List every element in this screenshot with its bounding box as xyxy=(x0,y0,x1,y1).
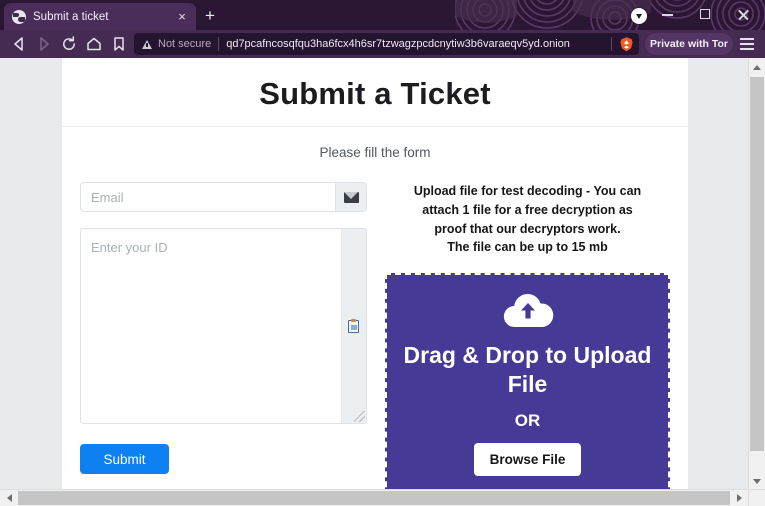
private-with-tor-button[interactable]: Private with Tor xyxy=(645,33,733,55)
brave-shields-badge-icon[interactable] xyxy=(631,8,647,24)
page-content-card: Submit a Ticket Please fill the form Ema… xyxy=(62,58,688,506)
horizontal-scrollbar-thumb[interactable] xyxy=(18,491,730,505)
address-bar[interactable]: Not secure qd7pcafncosqfqu3ha6fcx4h6sr7t… xyxy=(134,33,639,55)
window-maximize-button[interactable] xyxy=(687,0,725,28)
browser-window: Submit a ticket × + Not secure qd7pcafnc… xyxy=(0,0,765,506)
title-bar: Submit a ticket × + xyxy=(0,0,765,30)
id-textarea[interactable] xyxy=(81,229,341,423)
scroll-right-icon[interactable] xyxy=(731,490,748,506)
envelope-icon xyxy=(343,191,359,203)
ticket-form: Submit Upload file for test decoding - Y… xyxy=(62,160,688,506)
forward-icon[interactable] xyxy=(35,35,53,53)
submit-button[interactable]: Submit xyxy=(80,444,169,474)
window-close-button[interactable] xyxy=(725,0,763,28)
home-icon[interactable] xyxy=(85,35,103,53)
navigation-toolbar: Not secure qd7pcafncosqfqu3ha6fcx4h6sr7t… xyxy=(0,30,765,58)
url-divider-right xyxy=(611,37,612,51)
browser-tab[interactable]: Submit a ticket × xyxy=(4,3,196,30)
file-dropzone[interactable]: Drag & Drop to Upload File OR Browse Fil… xyxy=(385,273,670,506)
scroll-up-icon[interactable] xyxy=(749,58,765,75)
not-secure-warning-icon xyxy=(142,39,152,49)
tab-title: Submit a ticket xyxy=(33,10,109,23)
page-viewport: Submit a Ticket Please fill the form Ema… xyxy=(0,58,765,506)
upload-instructions-line-3: proof that our decryptors work. xyxy=(434,221,621,236)
page-title: Submit a Ticket xyxy=(62,58,688,127)
cloud-upload-icon xyxy=(498,289,558,333)
email-input[interactable] xyxy=(81,183,335,211)
back-icon[interactable] xyxy=(10,35,28,53)
brave-lion-icon[interactable] xyxy=(618,36,635,53)
form-left-column: Submit xyxy=(80,182,367,506)
hamburger-menu-icon[interactable] xyxy=(738,36,756,52)
upload-instructions-line-4: The file can be up to 15 mb xyxy=(447,240,608,255)
email-field-group xyxy=(80,182,367,212)
scrollbar-corner xyxy=(748,489,765,506)
url-text: qd7pcafncosqfqu3ha6fcx4h6sr7tzwagzpcdcny… xyxy=(226,38,570,50)
upload-instructions-line-2: attach 1 file for a free decryption as xyxy=(422,202,633,217)
dropzone-title: Drag & Drop to Upload File xyxy=(403,342,652,397)
id-field-group xyxy=(80,228,367,424)
id-field-sidebar xyxy=(341,229,366,423)
vertical-scrollbar[interactable] xyxy=(748,58,765,490)
email-submit-button[interactable] xyxy=(335,183,366,211)
globe-icon xyxy=(12,9,26,24)
scroll-left-icon[interactable] xyxy=(0,490,17,506)
window-minimize-button[interactable] xyxy=(649,0,687,28)
clipboard-icon[interactable] xyxy=(348,318,359,333)
url-divider xyxy=(218,37,220,51)
close-icon[interactable]: × xyxy=(174,9,190,25)
reload-icon[interactable] xyxy=(60,35,78,53)
dropzone-or-label: OR xyxy=(514,410,541,430)
new-tab-button[interactable]: + xyxy=(200,6,220,26)
upload-instructions: Upload file for test decoding - You can … xyxy=(385,182,670,257)
security-status-text: Not secure xyxy=(158,38,212,50)
horizontal-scrollbar[interactable] xyxy=(0,489,765,506)
upload-instructions-line-1: Upload file for test decoding - You can xyxy=(413,184,642,198)
form-right-column: Upload file for test decoding - You can … xyxy=(385,182,670,506)
vertical-scrollbar-thumb[interactable] xyxy=(750,77,764,451)
scroll-down-icon[interactable] xyxy=(749,473,765,490)
page-subtitle: Please fill the form xyxy=(319,145,431,160)
bookmark-icon[interactable] xyxy=(110,35,128,53)
browse-file-button[interactable]: Browse File xyxy=(473,442,582,476)
